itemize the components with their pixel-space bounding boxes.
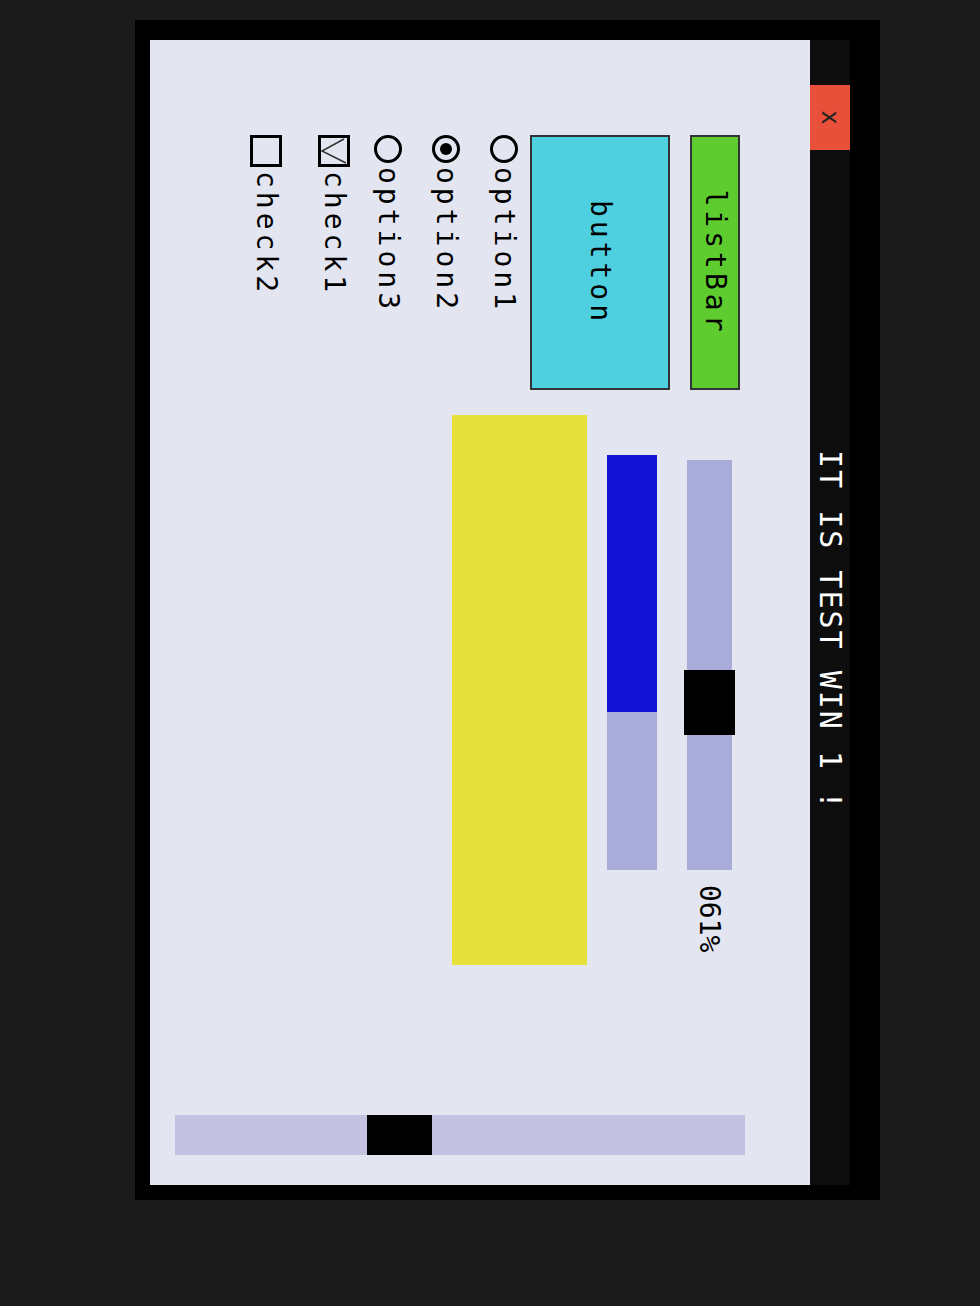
window: xIT IS TEST WIN 1 !listBarbuttonoption1o… [150, 40, 850, 1185]
left-column: listBar button option1 option2 option3 check1… [150, 135, 810, 390]
radio-option[interactable]: option2 [426, 135, 466, 390]
window-title: IT IS TEST WIN 1 ! [815, 450, 845, 811]
slider-row: 061% [687, 415, 732, 965]
checkbox-label: check1 [320, 171, 348, 296]
rotated-device: xIT IS TEST WIN 1 !listBarbuttonoption1o… [0, 0, 980, 1306]
checkbox-group: check1 check2 [244, 135, 356, 390]
right-column [150, 1115, 810, 1155]
checkbox[interactable]: check1 [312, 135, 356, 390]
yellow-panel [452, 415, 587, 965]
progress-fill [607, 455, 657, 712]
radio-group: option1 option2 option3 [368, 135, 524, 390]
vertical-slider-thumb[interactable] [367, 1115, 432, 1155]
close-button[interactable]: x [810, 85, 850, 150]
slider-thumb[interactable] [684, 670, 735, 735]
radio-option[interactable]: option1 [484, 135, 524, 390]
content: listBar button option1 option2 option3 check1… [150, 40, 810, 1185]
list-bar[interactable]: listBar [690, 135, 740, 390]
radio-label: option2 [432, 167, 460, 313]
checkbox[interactable]: check2 [244, 135, 288, 390]
radio-icon [374, 135, 402, 163]
radio-label: option1 [490, 167, 518, 313]
radio-icon [432, 135, 460, 163]
title-bar: x IT IS TEST WIN 1 ! [810, 40, 850, 1185]
radio-label: option3 [374, 167, 402, 313]
radio-dot-icon [440, 143, 452, 155]
checkbox-icon [250, 135, 282, 167]
vertical-slider[interactable] [175, 1115, 745, 1155]
radio-option[interactable]: option3 [368, 135, 408, 390]
middle-column: 061% [150, 415, 810, 965]
checkbox-label: check2 [252, 171, 280, 296]
progress-bar [607, 455, 657, 870]
slider-reading: 061% [696, 885, 724, 952]
screen-bezel: xIT IS TEST WIN 1 !listBarbuttonoption1o… [135, 20, 880, 1200]
slider[interactable] [687, 460, 732, 870]
button[interactable]: button [530, 135, 670, 390]
photo-frame: xIT IS TEST WIN 1 !listBarbuttonoption1o… [0, 0, 980, 1306]
radio-icon [490, 135, 518, 163]
checkbox-icon [318, 135, 350, 167]
